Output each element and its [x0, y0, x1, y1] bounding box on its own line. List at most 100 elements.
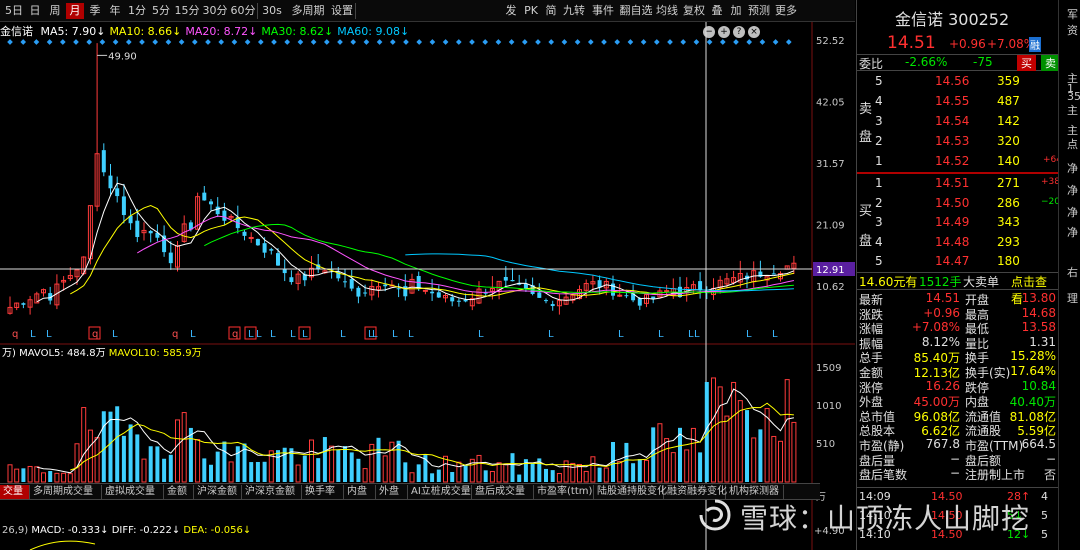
period-tab-3[interactable]: 月: [66, 3, 84, 19]
event-marker[interactable]: [271, 39, 277, 45]
indicator-tab-1[interactable]: 多周期成交量: [30, 485, 102, 499]
toolbar-tool-2[interactable]: 简: [542, 3, 560, 19]
event-marker[interactable]: [363, 39, 370, 45]
event-marker[interactable]: [561, 39, 568, 45]
period-tab-10[interactable]: 60分: [230, 3, 256, 19]
event-marker[interactable]: [455, 39, 462, 45]
event-marker[interactable]: [719, 39, 726, 45]
event-marker[interactable]: [746, 39, 753, 45]
event-marker[interactable]: [257, 39, 264, 45]
signal-mark[interactable]: L: [190, 329, 196, 340]
toolbar-tool-1[interactable]: PK: [521, 3, 541, 19]
event-marker[interactable]: [403, 39, 409, 45]
event-marker[interactable]: [759, 39, 766, 45]
event-marker[interactable]: [297, 39, 304, 45]
event-marker[interactable]: [587, 39, 594, 45]
event-marker[interactable]: [640, 39, 647, 45]
indicator-tab-12[interactable]: 陆股通持股变化: [594, 485, 667, 499]
event-marker[interactable]: [469, 39, 475, 45]
event-marker[interactable]: [376, 39, 383, 45]
toolbar-tool-3[interactable]: 九转: [561, 3, 587, 19]
period-tab-6[interactable]: 1分: [126, 3, 148, 19]
event-marker[interactable]: [667, 39, 673, 45]
event-marker[interactable]: [389, 39, 396, 45]
signal-mark[interactable]: L: [618, 329, 624, 340]
event-marker[interactable]: [20, 39, 27, 45]
event-marker[interactable]: [601, 39, 607, 45]
event-marker[interactable]: [310, 39, 317, 45]
event-marker[interactable]: [785, 39, 792, 45]
event-marker[interactable]: [231, 39, 238, 45]
event-marker[interactable]: [429, 39, 436, 45]
toolbar-tool-8[interactable]: 叠: [708, 3, 726, 19]
event-marker[interactable]: [125, 39, 132, 45]
event-marker[interactable]: [99, 39, 106, 45]
event-marker[interactable]: [442, 39, 449, 45]
event-marker[interactable]: [244, 39, 251, 45]
indicator-tab-4[interactable]: 沪深金额: [194, 485, 242, 499]
indicator-tab-0[interactable]: 交量: [0, 485, 30, 499]
period-tab-4[interactable]: 季: [86, 3, 104, 19]
event-marker[interactable]: [508, 39, 515, 45]
signal-mark[interactable]: L: [658, 329, 664, 340]
event-marker[interactable]: [139, 39, 145, 45]
event-marker[interactable]: [733, 39, 739, 45]
signal-mark[interactable]: L: [248, 329, 254, 340]
indicator-tab-6[interactable]: 换手率: [302, 485, 344, 499]
signal-mark[interactable]: q: [172, 329, 178, 340]
signal-mark[interactable]: L: [30, 329, 36, 340]
signal-mark[interactable]: L: [270, 329, 276, 340]
event-marker[interactable]: [627, 39, 634, 45]
indicator-tab-3[interactable]: 金额: [164, 485, 194, 499]
signal-mark[interactable]: L: [772, 329, 778, 340]
period-tab-9[interactable]: 30分: [202, 3, 228, 19]
signal-mark[interactable]: q: [12, 329, 18, 340]
event-marker[interactable]: [205, 39, 211, 45]
toolbar-tool-10[interactable]: 预测: [746, 3, 772, 19]
event-marker[interactable]: [191, 39, 198, 45]
event-marker[interactable]: [680, 39, 687, 45]
event-marker[interactable]: [33, 39, 40, 45]
event-marker[interactable]: [521, 39, 528, 45]
event-marker[interactable]: [86, 39, 93, 45]
event-marker[interactable]: [535, 39, 541, 45]
kline-chart[interactable]: 52.5242.0531.5721.0910.6249.9012.91q L Lq L…: [0, 22, 855, 550]
signal-mark[interactable]: L: [408, 329, 414, 340]
period-tab-7[interactable]: 5分: [150, 3, 172, 19]
signal-mark[interactable]: L: [548, 329, 554, 340]
event-marker[interactable]: [46, 39, 53, 45]
event-marker[interactable]: [323, 39, 330, 45]
event-marker[interactable]: [73, 39, 79, 45]
event-marker[interactable]: [59, 39, 66, 45]
signal-mark[interactable]: L: [478, 329, 484, 340]
period-tab-12[interactable]: 多周期: [288, 3, 328, 19]
event-marker[interactable]: [178, 39, 185, 45]
signal-mark[interactable]: L: [46, 329, 52, 340]
event-marker[interactable]: [112, 39, 119, 45]
event-marker[interactable]: [7, 39, 13, 45]
event-marker[interactable]: [218, 39, 225, 45]
event-marker[interactable]: [284, 39, 291, 45]
signal-mark[interactable]: L: [112, 329, 118, 340]
indicator-tab-9[interactable]: AI立桩成交量: [408, 485, 472, 499]
signal-mark[interactable]: L: [694, 329, 700, 340]
period-tab-5[interactable]: 年: [106, 3, 124, 19]
signal-mark[interactable]: L: [290, 329, 296, 340]
signal-mark[interactable]: L: [746, 329, 752, 340]
signal-mark[interactable]: L: [302, 329, 308, 340]
event-marker[interactable]: [574, 39, 581, 45]
indicator-tab-13[interactable]: 融资融券变化: [664, 485, 727, 499]
indicator-tab-7[interactable]: 内盘: [344, 485, 376, 499]
period-tab-13[interactable]: 设置: [330, 3, 354, 19]
event-marker[interactable]: [165, 39, 172, 45]
event-marker[interactable]: [152, 39, 159, 45]
buy-button[interactable]: 买: [1017, 55, 1036, 71]
event-marker[interactable]: [693, 39, 700, 45]
event-marker[interactable]: [614, 39, 621, 45]
indicator-tab-11[interactable]: 市盈率(ttm): [534, 485, 594, 499]
indicator-tab-10[interactable]: 盘后成交量: [472, 485, 534, 499]
event-marker[interactable]: [706, 39, 713, 45]
period-tab-0[interactable]: 5日: [4, 3, 24, 19]
period-tab-11[interactable]: 30s: [258, 3, 286, 19]
event-marker[interactable]: [548, 39, 555, 45]
